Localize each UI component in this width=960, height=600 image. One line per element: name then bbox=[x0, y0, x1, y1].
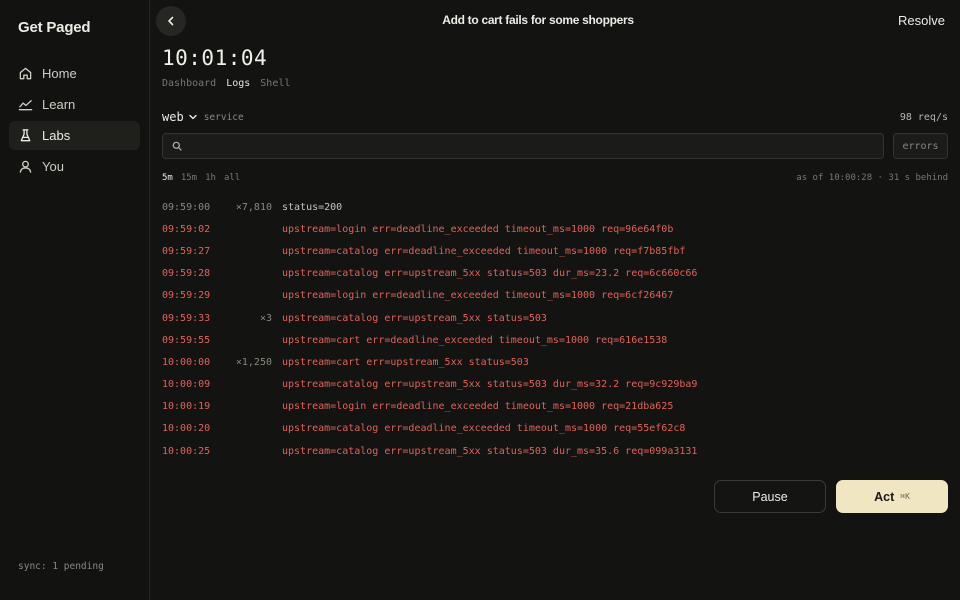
chevron-down-icon[interactable] bbox=[188, 112, 198, 122]
log-list: 09:59:00 ×7,810 status=200 09:59:02 upstream… bbox=[162, 196, 942, 462]
log-row[interactable]: 10:00:20 upstream=catalog err=deadline_ex… bbox=[162, 418, 942, 440]
user-icon bbox=[18, 159, 33, 174]
log-message: upstream=login err=deadline_exceeded tim… bbox=[282, 401, 674, 413]
log-row[interactable]: 09:59:29 upstream=login err=deadline_exce… bbox=[162, 285, 942, 307]
log-message: upstream=cart err=upstream_5xx status=50… bbox=[282, 356, 529, 368]
clock: 10:01:04 bbox=[162, 46, 268, 70]
log-row[interactable]: 10:00:00 ×1,250 upstream=cart err=upstream… bbox=[162, 351, 942, 373]
sync-status: sync: 1 pending bbox=[18, 561, 104, 572]
log-row[interactable]: 09:59:28 upstream=catalog err=upstream_5x… bbox=[162, 263, 942, 285]
log-timestamp: 09:59:55 bbox=[162, 334, 211, 346]
log-count: ×3 bbox=[259, 312, 272, 324]
chart-line-icon bbox=[18, 97, 33, 112]
log-message: status=200 bbox=[282, 201, 343, 213]
resolve-button[interactable]: Resolve bbox=[898, 13, 945, 28]
log-message: upstream=login err=deadline_exceeded tim… bbox=[282, 290, 674, 302]
log-timestamp: 09:59:27 bbox=[162, 245, 211, 257]
sidebar-item-you[interactable]: You bbox=[9, 152, 140, 181]
tab-dashboard[interactable]: Dashboard bbox=[162, 78, 216, 89]
log-row[interactable]: 09:59:27 upstream=catalog err=deadline_ex… bbox=[162, 240, 942, 262]
sidebar: Get Paged Home Learn Labs You sync: 1 pe… bbox=[0, 0, 150, 600]
log-timestamp: 10:00:25 bbox=[162, 445, 211, 457]
log-message: upstream=cart err=deadline_exceeded time… bbox=[282, 334, 668, 346]
pause-button[interactable]: Pause bbox=[714, 480, 826, 513]
log-timestamp: 09:59:28 bbox=[162, 268, 211, 280]
log-row[interactable]: 09:59:02 upstream=login err=deadline_exce… bbox=[162, 218, 942, 240]
time-range-selector: 5m 15m 1h all bbox=[162, 173, 240, 183]
log-count: ×1,250 bbox=[235, 356, 272, 368]
pause-button-label: Pause bbox=[752, 489, 788, 504]
act-button-label: Act bbox=[874, 489, 895, 504]
log-timestamp: 10:00:19 bbox=[162, 401, 211, 413]
act-button[interactable]: Act ⌘K bbox=[836, 480, 948, 513]
range-1h[interactable]: 1h bbox=[205, 173, 216, 183]
log-search bbox=[162, 133, 884, 159]
main-panel: Add to cart fails for some shoppers Reso… bbox=[150, 0, 960, 600]
log-timestamp: 09:59:02 bbox=[162, 223, 211, 235]
view-tabs: Dashboard Logs Shell bbox=[162, 78, 290, 89]
sidebar-item-home[interactable]: Home bbox=[9, 59, 140, 88]
tab-shell[interactable]: Shell bbox=[260, 78, 290, 89]
range-15m[interactable]: 15m bbox=[181, 173, 197, 183]
as-of-status: as of 10:00:28 · 31 s behind bbox=[796, 173, 948, 183]
log-message: upstream=catalog err=upstream_5xx status… bbox=[282, 268, 698, 280]
log-message: upstream=catalog err=deadline_exceeded t… bbox=[282, 245, 686, 257]
log-message: upstream=catalog err=deadline_exceeded t… bbox=[282, 423, 686, 435]
log-row[interactable]: 09:59:55 upstream=cart err=deadline_excee… bbox=[162, 329, 942, 351]
log-timestamp: 09:59:29 bbox=[162, 290, 211, 302]
service-name[interactable]: web bbox=[162, 110, 184, 124]
log-message: upstream=catalog err=upstream_5xx status… bbox=[282, 312, 547, 324]
app-brand: Get Paged bbox=[18, 19, 91, 36]
range-5m[interactable]: 5m bbox=[162, 173, 173, 183]
log-message: upstream=catalog err=upstream_5xx status… bbox=[282, 379, 698, 391]
sidebar-item-label: You bbox=[42, 159, 64, 174]
sidebar-item-label: Home bbox=[42, 66, 77, 81]
log-timestamp: 09:59:00 bbox=[162, 201, 211, 213]
service-label: service bbox=[203, 111, 244, 123]
log-timestamp: 10:00:09 bbox=[162, 379, 211, 391]
log-timestamp: 09:59:33 bbox=[162, 312, 211, 324]
log-timestamp: 10:00:20 bbox=[162, 423, 211, 435]
home-icon bbox=[18, 66, 33, 81]
request-rate: 98 req/s bbox=[899, 112, 948, 123]
sidebar-item-label: Labs bbox=[42, 128, 71, 143]
incident-title: Add to cart fails for some shoppers bbox=[442, 13, 634, 27]
log-row[interactable]: 09:59:00 ×7,810 status=200 bbox=[162, 196, 942, 218]
log-message: upstream=catalog err=upstream_5xx status… bbox=[282, 445, 698, 457]
log-row[interactable]: 09:59:33 ×3 upstream=catalog err=upstream_… bbox=[162, 307, 942, 329]
service-selector: web service bbox=[162, 110, 244, 124]
flask-icon bbox=[18, 128, 33, 143]
log-row[interactable]: 10:00:09 upstream=catalog err=upstream_5x… bbox=[162, 374, 942, 396]
log-timestamp: 10:00:00 bbox=[162, 356, 211, 368]
log-message: upstream=login err=deadline_exceeded tim… bbox=[282, 223, 674, 235]
sidebar-item-learn[interactable]: Learn bbox=[9, 90, 140, 119]
act-shortcut: ⌘K bbox=[900, 492, 910, 501]
errors-filter-button[interactable]: errors bbox=[893, 133, 948, 159]
log-row[interactable]: 10:00:25 upstream=catalog err=upstream_5x… bbox=[162, 440, 942, 462]
log-row[interactable]: 10:00:19 upstream=login err=deadline_exce… bbox=[162, 396, 942, 418]
range-all[interactable]: all bbox=[224, 173, 240, 183]
tab-logs[interactable]: Logs bbox=[226, 78, 250, 89]
search-icon bbox=[172, 141, 182, 151]
sidebar-item-label: Learn bbox=[42, 97, 76, 112]
search-input[interactable] bbox=[188, 140, 883, 152]
log-count: ×7,810 bbox=[235, 201, 272, 213]
sidebar-item-labs[interactable]: Labs bbox=[9, 121, 140, 150]
